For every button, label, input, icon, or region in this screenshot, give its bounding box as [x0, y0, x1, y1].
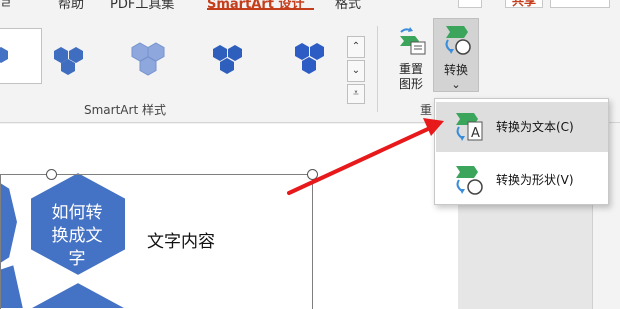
- convert-label: 转换: [443, 63, 468, 77]
- profile-button[interactable]: [550, 0, 610, 8]
- style-item-5[interactable]: [278, 28, 340, 84]
- convert-dropdown-menu: A 转换为文本(C) 转换为形状(V): [434, 98, 609, 205]
- style-item-1[interactable]: [0, 28, 42, 84]
- convert-icon: [440, 24, 474, 60]
- convert-to-text-label: 转换为文本(C): [496, 120, 574, 134]
- slide[interactable]: 如何转换成文字 文字内容: [0, 124, 458, 309]
- style-item-4[interactable]: [197, 28, 259, 84]
- menu-item-convert-to-text[interactable]: A 转换为文本(C): [436, 102, 608, 152]
- reset-group-label: 重: [420, 103, 433, 117]
- convert-to-shapes-label: 转换为形状(V): [496, 173, 574, 187]
- hexagon-text[interactable]: 如何转换成文字: [45, 202, 109, 271]
- resize-handle-top-right[interactable]: [307, 169, 318, 180]
- reset-label-line1: 重置: [398, 62, 423, 76]
- resize-handle-top[interactable]: [46, 169, 57, 180]
- convert-button[interactable]: 转换 ⌄: [433, 18, 479, 92]
- reset-graphic-button[interactable]: 重置 图形: [388, 18, 434, 92]
- svg-text:A: A: [471, 126, 480, 141]
- convert-caret: ⌄: [451, 78, 461, 91]
- tab-pdf-tools[interactable]: PDF工具集: [110, 0, 174, 10]
- tab-help[interactable]: 帮助: [58, 0, 84, 10]
- style-item-2[interactable]: [38, 28, 100, 84]
- ribbon-tab-strip: ㄹ 帮助 PDF工具集 SmartArt 设计 格式 共享: [0, 0, 620, 10]
- side-text[interactable]: 文字内容: [147, 227, 215, 252]
- smartart-styles-gallery: [0, 18, 345, 90]
- tab-partial[interactable]: ㄹ: [0, 0, 12, 10]
- app-window: { "tabs": { "help": "帮助", "pdf_tools": "…: [0, 0, 620, 309]
- style-item-3[interactable]: [117, 28, 179, 84]
- share-button[interactable]: 共享: [505, 0, 544, 8]
- tab-format[interactable]: 格式: [335, 0, 361, 10]
- reset-label-line2: 图形: [398, 77, 423, 91]
- group-separator: [377, 26, 378, 112]
- comments-button[interactable]: [458, 0, 482, 8]
- gallery-more-button[interactable]: ⩡: [347, 84, 365, 104]
- gallery-scroll-up[interactable]: ⌃: [347, 36, 365, 58]
- gallery-scroll-down[interactable]: ⌄: [347, 60, 365, 82]
- convert-to-shapes-icon: [452, 163, 486, 197]
- menu-item-convert-to-shapes[interactable]: 转换为形状(V): [436, 155, 608, 205]
- smartart-styles-group-label: SmartArt 样式: [84, 103, 166, 117]
- reset-graphic-icon: [395, 24, 427, 60]
- convert-to-text-icon: A: [452, 110, 486, 144]
